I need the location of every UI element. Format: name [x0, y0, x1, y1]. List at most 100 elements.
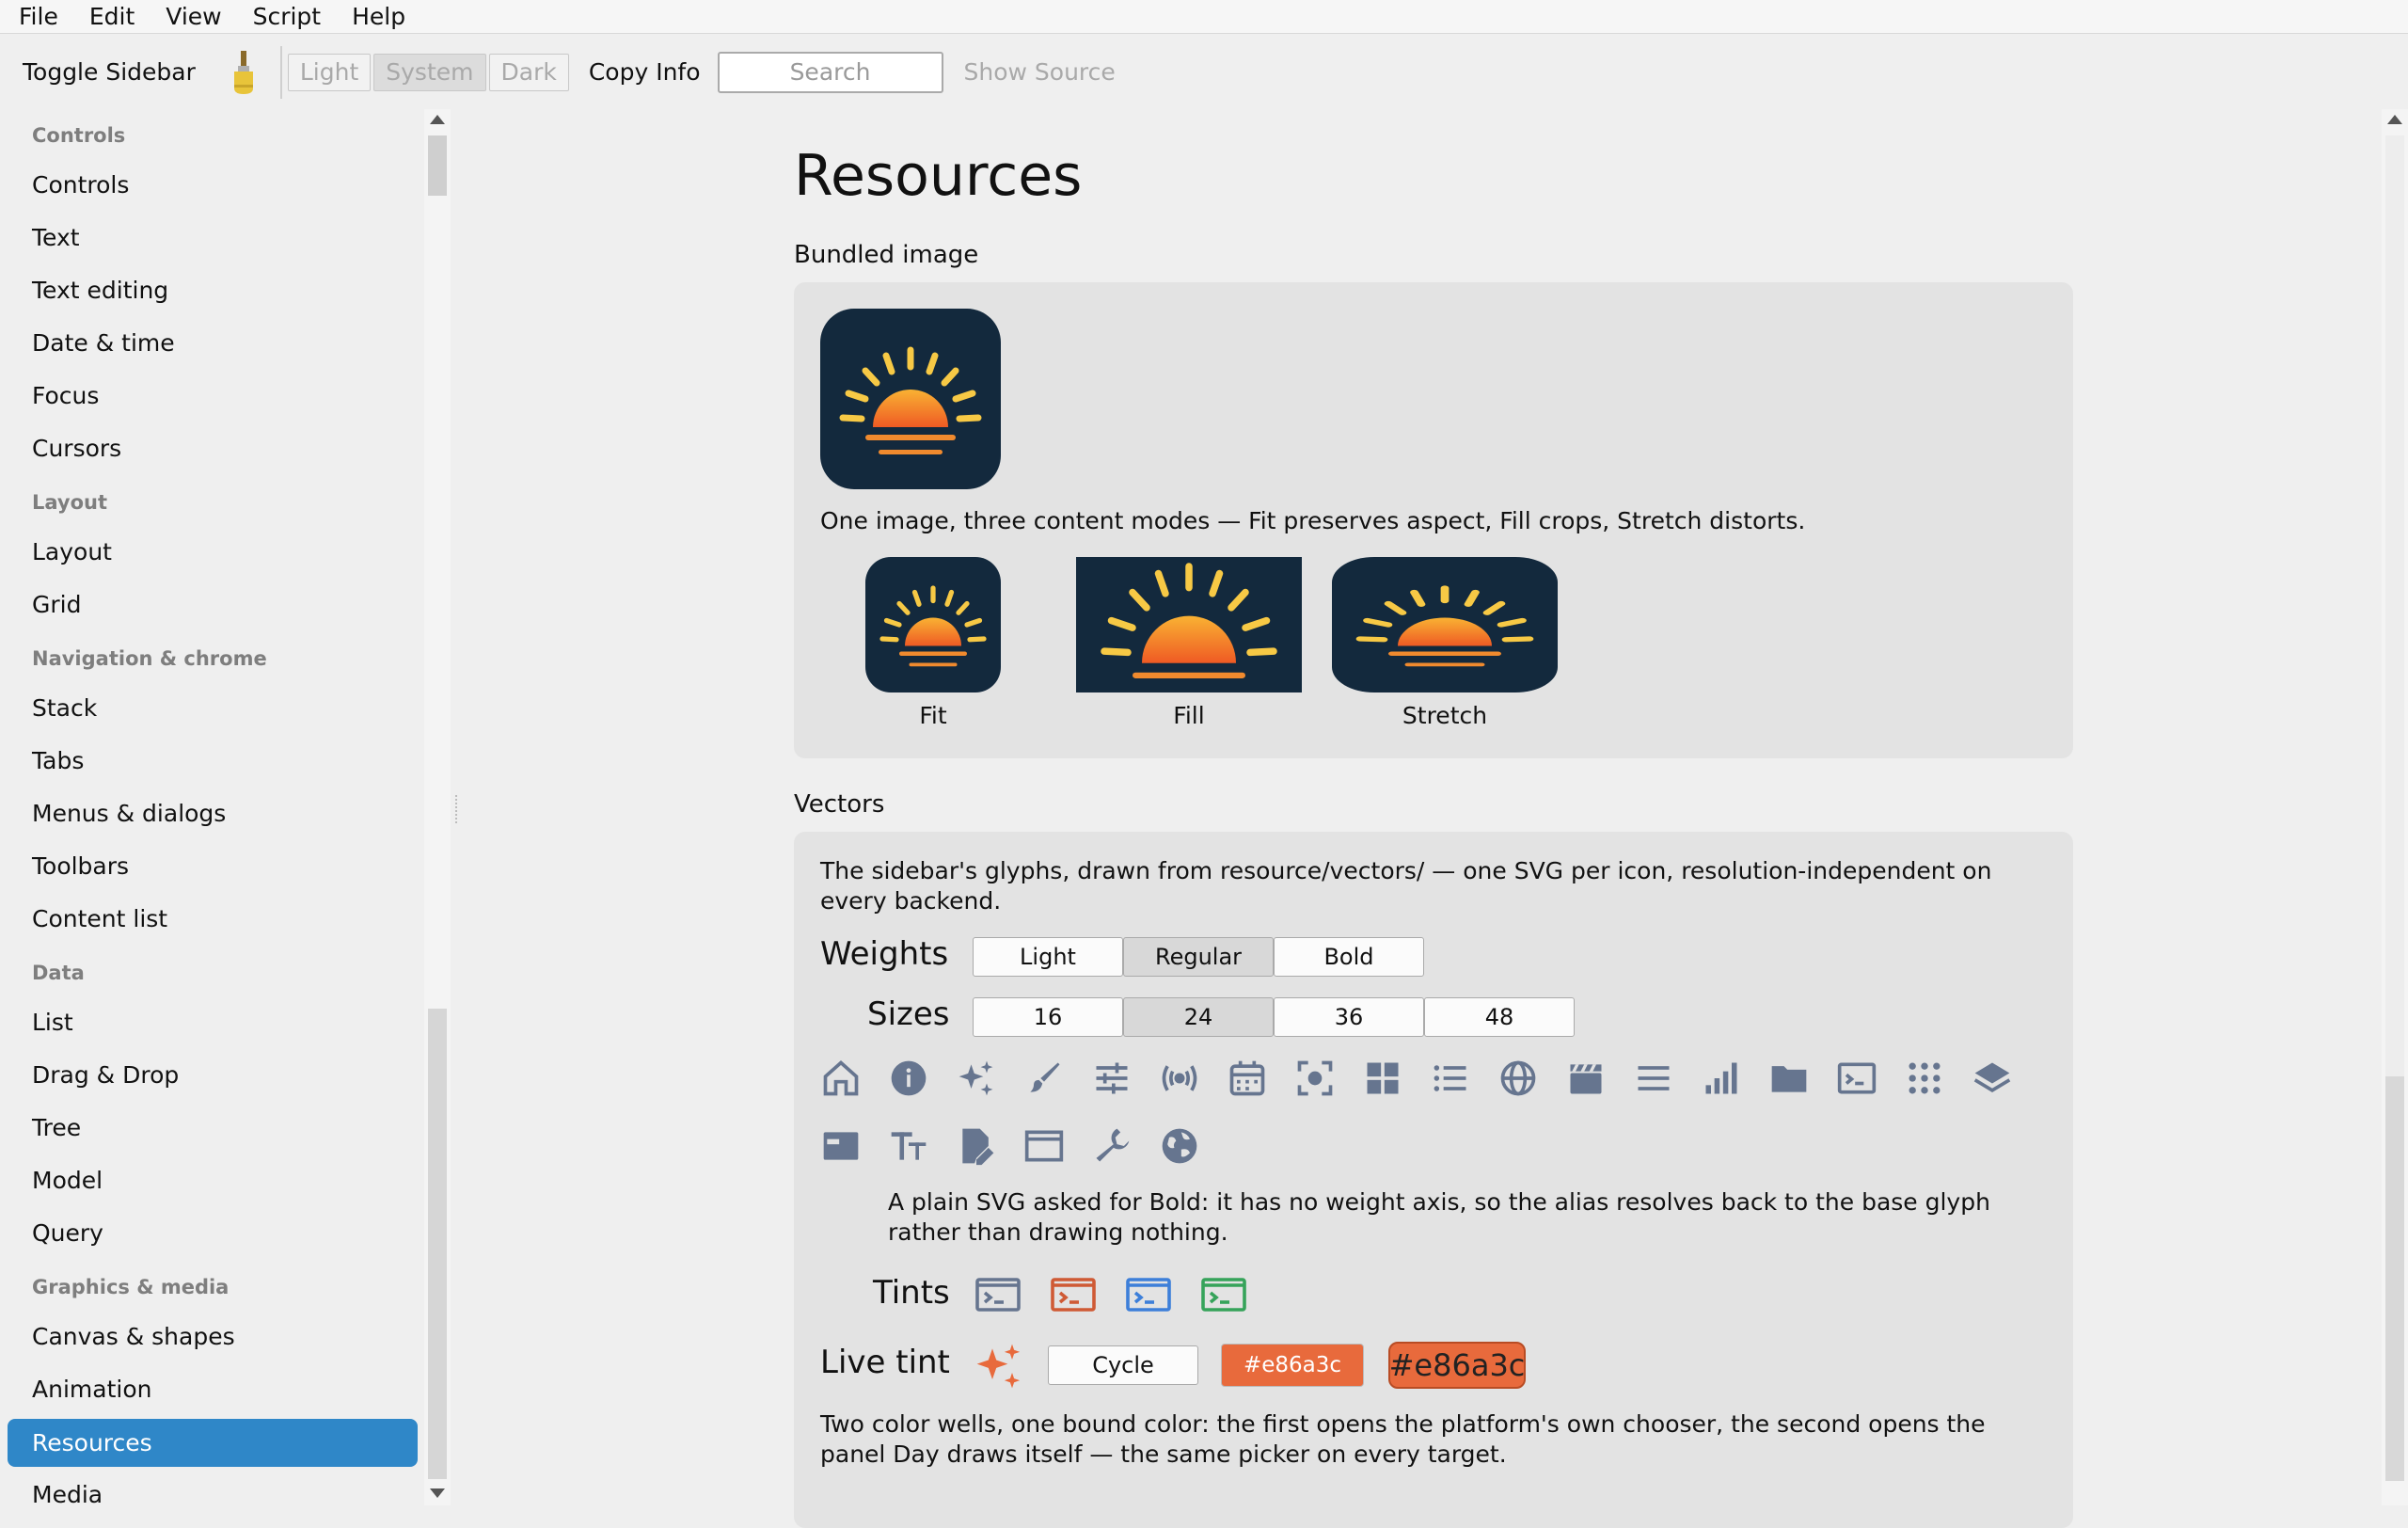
- layers-icon: [1972, 1058, 2013, 1099]
- vectors-heading: Vectors: [794, 790, 885, 819]
- sidebar-item-cursors[interactable]: Cursors: [32, 435, 121, 462]
- sidebar-item-tree[interactable]: Tree: [32, 1114, 81, 1141]
- toolbar-separator: [279, 45, 282, 99]
- menu-help[interactable]: Help: [352, 3, 405, 30]
- sidebar-item-tabs[interactable]: Tabs: [32, 747, 84, 774]
- show-source-button[interactable]: Show Source: [964, 58, 1116, 86]
- size-16-button[interactable]: 16: [973, 997, 1123, 1037]
- menu-file[interactable]: File: [19, 3, 58, 30]
- sidebar-scroll-thumb[interactable]: [428, 135, 447, 196]
- toolbar: Toggle Sidebar Light System Dark Copy In…: [0, 35, 2408, 109]
- terminal-icon: [1836, 1058, 1877, 1099]
- size-36-button[interactable]: 36: [1274, 997, 1424, 1037]
- scroll-down-arrow-icon[interactable]: [430, 1488, 445, 1498]
- sidebar-item-date-time[interactable]: Date & time: [32, 329, 175, 357]
- sun-logo-image: [820, 309, 1001, 493]
- live-tint-label: Live tint: [820, 1344, 950, 1381]
- footer-line1: Two color wells, one bound color: the fi…: [820, 1410, 1986, 1438]
- content-scrollbar[interactable]: [2382, 109, 2408, 1505]
- bold-note-line1: A plain SVG asked for Bold: it has no we…: [888, 1188, 1990, 1216]
- sidebar-item-grid[interactable]: Grid: [32, 591, 81, 618]
- folder-icon: [1768, 1058, 1810, 1099]
- calendar-icon: [1227, 1058, 1268, 1099]
- sidebar-section-controls: Controls: [32, 124, 126, 147]
- sidebar-item-resources[interactable]: Resources: [8, 1419, 418, 1467]
- copy-info-button[interactable]: Copy Info: [589, 58, 701, 86]
- sidebar-item-animation[interactable]: Animation: [32, 1376, 151, 1403]
- bundled-image-heading: Bundled image: [794, 241, 979, 269]
- appearance-system-button[interactable]: System: [373, 53, 486, 91]
- fill-mode-image: [1076, 557, 1302, 692]
- sidebar-scrollbar[interactable]: [424, 109, 451, 1505]
- grid-icon: [1362, 1058, 1403, 1099]
- paintbrush-icon[interactable]: [230, 49, 258, 96]
- globe-icon: [1497, 1058, 1539, 1099]
- sidebar-item-canvas-shapes[interactable]: Canvas & shapes: [32, 1323, 235, 1350]
- weight-light-button[interactable]: Light: [973, 937, 1123, 977]
- sizes-label: Sizes: [867, 995, 950, 1033]
- terminal-icon-slate: [974, 1274, 1021, 1315]
- sidebar-item-controls[interactable]: Controls: [32, 171, 129, 199]
- custom-color-well[interactable]: #e86a3c: [1388, 1342, 1526, 1389]
- fit-mode-image: [865, 557, 1001, 696]
- brush-icon: [1023, 1058, 1065, 1099]
- window-tab-icon: [820, 1125, 862, 1167]
- appearance-light-button[interactable]: Light: [287, 53, 372, 91]
- weight-bold-button[interactable]: Bold: [1274, 937, 1424, 977]
- info-icon: [888, 1058, 929, 1099]
- weights-label: Weights: [820, 935, 949, 973]
- list-icon: [1430, 1058, 1471, 1099]
- size-48-button[interactable]: 48: [1424, 997, 1575, 1037]
- content-scroll-thumb[interactable]: [2385, 135, 2404, 1076]
- menu-view[interactable]: View: [166, 3, 221, 30]
- stretch-caption: Stretch: [1402, 702, 1488, 729]
- vectors-card: The sidebar's glyphs, drawn from resourc…: [794, 832, 2073, 1528]
- menu-lines-icon: [1633, 1058, 1674, 1099]
- scroll-up-arrow-icon[interactable]: [2387, 115, 2402, 124]
- sidebar-splitter-handle[interactable]: [455, 795, 458, 823]
- clapperboard-icon: [1565, 1058, 1607, 1099]
- browser-window-icon: [1023, 1125, 1065, 1167]
- sidebar-item-query[interactable]: Query: [32, 1219, 103, 1247]
- sidebar-item-model[interactable]: Model: [32, 1167, 103, 1194]
- sidebar-item-layout[interactable]: Layout: [32, 538, 112, 565]
- appearance-dark-button[interactable]: Dark: [488, 53, 569, 91]
- weight-regular-button[interactable]: Regular: [1123, 937, 1274, 977]
- sidebar-item-toolbars[interactable]: Toolbars: [32, 852, 129, 880]
- sliders-icon: [1091, 1058, 1133, 1099]
- terminal-icon-orange: [1050, 1274, 1096, 1315]
- menu-edit[interactable]: Edit: [89, 3, 135, 30]
- sidebar-section-data: Data: [32, 962, 85, 984]
- sidebar-item-drag-drop[interactable]: Drag & Drop: [32, 1061, 179, 1089]
- page-title: Resources: [794, 143, 1083, 209]
- sidebar-item-menus-dialogs[interactable]: Menus & dialogs: [32, 800, 226, 827]
- sidebar-item-text[interactable]: Text: [32, 224, 80, 251]
- sidebar-item-stack[interactable]: Stack: [32, 694, 97, 722]
- broadcast-icon: [1159, 1058, 1200, 1099]
- bar-chart-icon: [1701, 1058, 1742, 1099]
- sidebar-scroll-track[interactable]: [428, 1009, 447, 1479]
- text-size-icon: [888, 1125, 929, 1167]
- menu-script[interactable]: Script: [253, 3, 322, 30]
- scroll-up-arrow-icon[interactable]: [430, 115, 445, 124]
- toggle-sidebar-button[interactable]: Toggle Sidebar: [23, 58, 196, 86]
- size-24-button[interactable]: 24: [1123, 997, 1274, 1037]
- bold-note-line2: rather than drawing nothing.: [888, 1218, 1228, 1246]
- sidebar-item-content-list[interactable]: Content list: [32, 905, 167, 932]
- sidebar-item-focus[interactable]: Focus: [32, 382, 99, 409]
- sidebar-item-list[interactable]: List: [32, 1009, 73, 1036]
- sidebar-section-navigation: Navigation & chrome: [32, 647, 267, 670]
- sidebar-section-layout: Layout: [32, 491, 108, 514]
- sidebar-item-media[interactable]: Media: [32, 1481, 103, 1505]
- native-color-well[interactable]: #e86a3c: [1221, 1344, 1364, 1387]
- document-edit-icon: [956, 1125, 997, 1167]
- search-input[interactable]: Search: [717, 51, 943, 93]
- appearance-segmented-control: Light System Dark: [287, 53, 572, 91]
- sidebar-item-label: Resources: [32, 1429, 152, 1456]
- sidebar-item-text-editing[interactable]: Text editing: [32, 277, 168, 304]
- menu-bar: File Edit View Script Help: [0, 0, 2408, 34]
- cycle-button[interactable]: Cycle: [1048, 1345, 1198, 1385]
- vectors-description-line1: The sidebar's glyphs, drawn from resourc…: [820, 857, 1992, 884]
- content-scroll-track[interactable]: [2385, 1076, 2404, 1481]
- tints-label: Tints: [873, 1274, 950, 1312]
